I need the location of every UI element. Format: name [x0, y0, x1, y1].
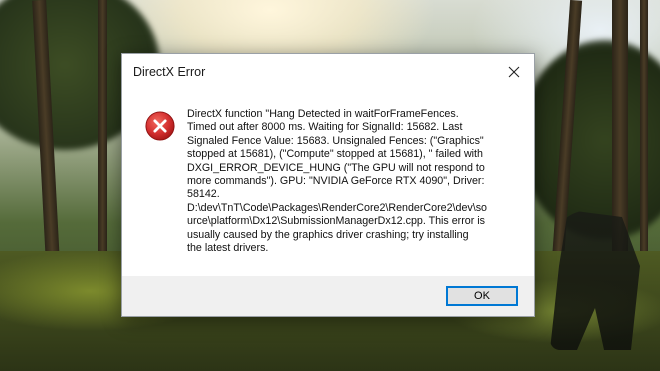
tree-trunk	[98, 0, 107, 280]
dialog-titlebar[interactable]: DirectX Error	[122, 54, 534, 90]
error-icon	[145, 111, 175, 141]
ok-button[interactable]: OK	[446, 286, 518, 306]
dialog-footer: OK	[122, 276, 534, 316]
close-icon	[508, 66, 520, 78]
error-message: DirectX function "Hang Detected in waitF…	[187, 108, 488, 255]
dialog-title: DirectX Error	[133, 65, 206, 79]
dialog-content: DirectX function "Hang Detected in waitF…	[122, 90, 534, 278]
tree-trunk	[640, 0, 648, 260]
close-button[interactable]	[494, 54, 534, 90]
error-dialog: DirectX Error DirectX function "Hang Det…	[121, 53, 535, 317]
